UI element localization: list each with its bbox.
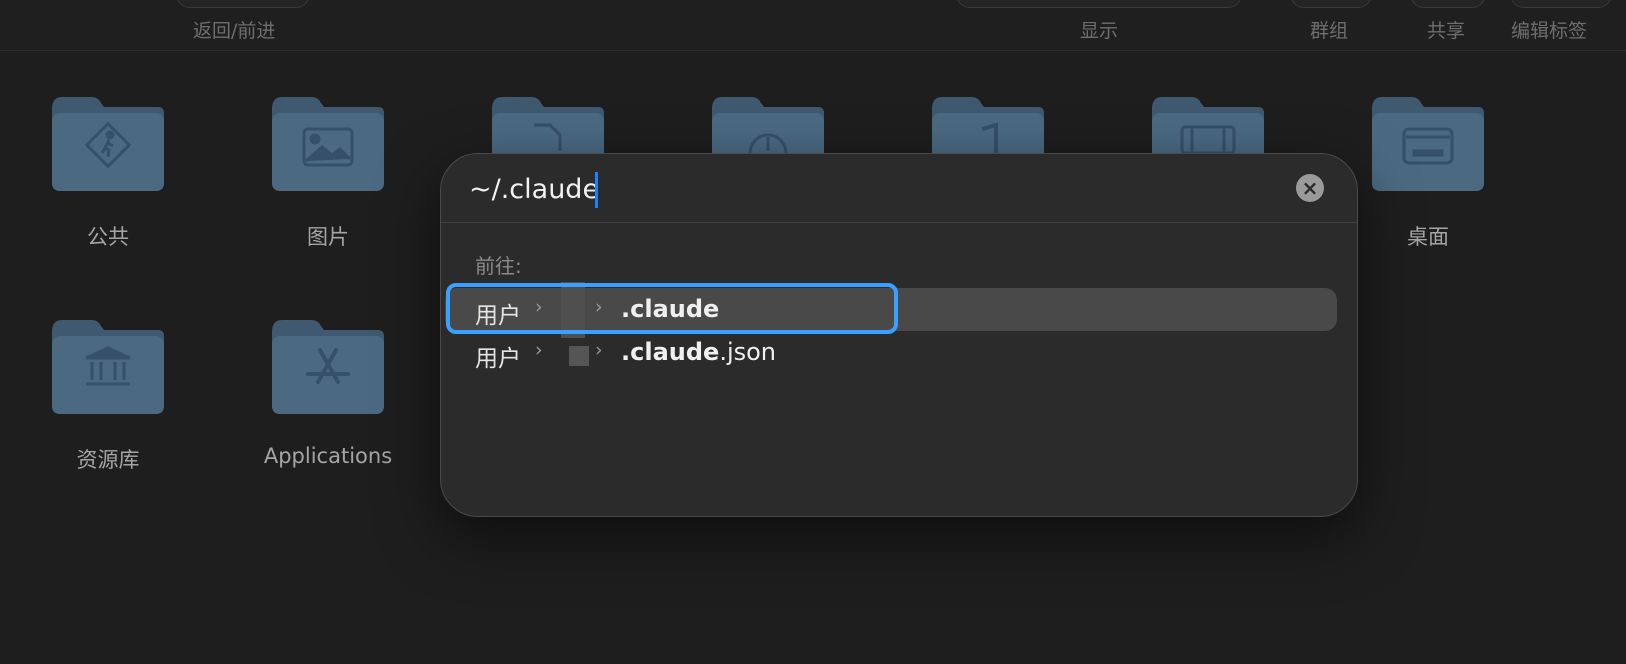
edit-tags-control[interactable]	[1510, 0, 1612, 8]
folder-label: 公共	[87, 225, 129, 249]
folder-label: 图片	[307, 225, 349, 249]
chevron-right-icon: ›	[535, 339, 543, 361]
divider	[441, 222, 1357, 223]
result-parent: 用户	[475, 346, 521, 372]
redacted-username	[569, 346, 589, 366]
public-walk-icon	[52, 97, 164, 191]
clear-icon[interactable]: ×	[1296, 174, 1324, 202]
goto-section-label: 前往:	[475, 254, 522, 278]
folder-applications[interactable]: Applications	[264, 318, 392, 468]
result-name: .claude.json	[621, 338, 777, 366]
finder-toolbar: 返回/前进 显示 群组 共享 编辑标签	[0, 0, 1626, 51]
edit-tags-label: 编辑标签	[1511, 20, 1588, 42]
path-input[interactable]: ~/.claude	[469, 168, 599, 212]
go-to-folder-dialog: ~/.claude × 前往: 用户 › › .claude 用户 › › .c…	[440, 153, 1358, 517]
desktop-icon	[1372, 97, 1484, 191]
group-label: 群组	[1310, 20, 1349, 42]
folder-desktop[interactable]: 桌面	[1368, 95, 1488, 249]
pictures-icon	[272, 97, 384, 191]
text-caret	[595, 172, 598, 208]
group-control[interactable]	[1290, 0, 1372, 8]
library-icon	[52, 320, 164, 414]
back-forward-control[interactable]	[176, 0, 310, 8]
chevron-right-icon: ›	[595, 339, 603, 361]
back-forward-label: 返回/前进	[193, 20, 276, 42]
applications-icon	[272, 320, 384, 414]
folder-public[interactable]: 公共	[48, 95, 168, 249]
folder-label: Applications	[263, 444, 393, 468]
folder-library[interactable]: 资源库	[48, 318, 168, 472]
share-control[interactable]	[1410, 0, 1486, 8]
result-row[interactable]: 用户 › › .claude.json	[445, 331, 1337, 374]
selection-highlight	[446, 283, 898, 334]
folder-label: 桌面	[1407, 225, 1449, 249]
folder-label: 资源库	[76, 448, 140, 472]
share-label: 共享	[1427, 20, 1466, 42]
display-control[interactable]	[956, 0, 1242, 8]
folder-pictures[interactable]: 图片	[268, 95, 388, 249]
display-label: 显示	[1080, 20, 1119, 42]
